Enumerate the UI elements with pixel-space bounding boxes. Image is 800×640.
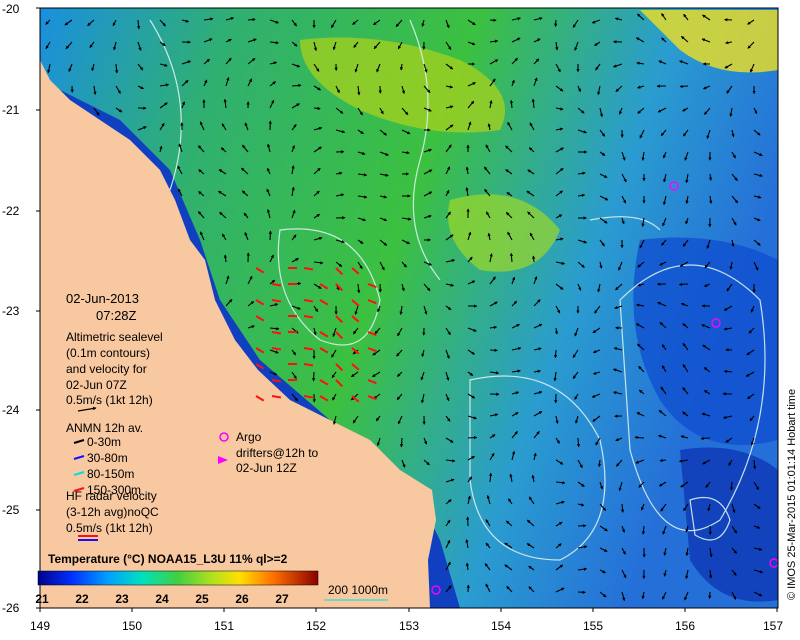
y-tick-label: -24 — [2, 403, 20, 417]
velocity-arrow — [700, 436, 711, 441]
y-tick-label: -21 — [2, 103, 20, 117]
colorbar-title: Temperature (°C) NOAA15_L3U 11% ql>=2 — [48, 552, 288, 566]
colorbar-tick: 25 — [195, 592, 209, 606]
velocity-arrow — [576, 437, 581, 448]
x-tick-label: 151 — [214, 619, 234, 633]
x-tick-label: 157 — [763, 619, 783, 633]
y-tick-label: -23 — [2, 304, 20, 318]
x-tick-label: 155 — [583, 619, 603, 633]
hf-line: 0.5m/s (1kt 12h) — [66, 521, 153, 535]
argo-text: Argo — [236, 430, 262, 444]
velocity-arrow — [729, 481, 734, 491]
colorbar-tick: 24 — [155, 592, 169, 606]
time-text: 07:28Z — [96, 308, 137, 323]
hf-radar-legend: HF radar velocity (3-12h avg)noQC 0.5m/s… — [66, 489, 159, 541]
velocity-arrow — [659, 458, 667, 463]
x-tick-label: 153 — [399, 619, 419, 633]
anmn-item: 30-80m — [87, 451, 128, 465]
x-tick-label: 150 — [122, 619, 142, 633]
x-tick-label: 156 — [675, 619, 695, 633]
colorbar-tick: 27 — [275, 592, 289, 606]
velocity-arrow — [678, 282, 689, 287]
velocity-arrow — [291, 83, 302, 88]
x-tick-label: 149 — [30, 619, 50, 633]
colorbar-tick: 23 — [115, 592, 129, 606]
altimetry-line: and velocity for — [66, 362, 147, 376]
altimetry-line: 0.5m/s (1kt 12h) — [66, 393, 153, 407]
velocity-arrow — [312, 371, 316, 382]
sst-map: -20 -21 -22 -23 -24 -25 -26 149 150 151 … — [2, 2, 798, 633]
velocity-arrow — [247, 17, 256, 22]
hf-line: HF radar velocity — [66, 489, 157, 503]
altimetry-line: Altimetric sealevel — [66, 330, 163, 344]
altimetry-line: (0.1m contours) — [66, 346, 150, 360]
anmn-item: 0-30m — [87, 435, 121, 449]
hf-line: (3-12h avg)noQC — [66, 505, 159, 519]
y-axis: -20 -21 -22 -23 -24 -25 -26 — [2, 2, 40, 615]
anmn-item: 80-150m — [87, 467, 134, 481]
anmn-title: ANMN 12h av. — [66, 421, 143, 435]
velocity-arrow — [679, 84, 689, 89]
x-tick-label: 154 — [491, 619, 511, 633]
velocity-arrow — [532, 255, 536, 263]
date-text: 02-Jun-2013 — [66, 291, 139, 306]
argo-text: drifters@12h to — [236, 446, 319, 460]
velocity-arrow — [553, 349, 558, 359]
credit-text: © IMOS 25-Mar-2015 01:01:14 Hobart time — [786, 389, 798, 600]
colorbar-tick: 22 — [75, 592, 89, 606]
colorbar-tick: 26 — [235, 592, 249, 606]
velocity-arrow — [634, 435, 645, 440]
x-axis: 149 150 151 152 153 154 155 156 157 — [30, 608, 783, 633]
colorbar-gradient — [37, 570, 319, 586]
velocity-arrow — [489, 348, 498, 352]
colorbar-tick: 21 — [35, 592, 49, 606]
velocity-arrow — [313, 106, 321, 111]
velocity-arrow — [399, 437, 404, 448]
velocity-arrow — [268, 230, 272, 241]
y-tick-label: -20 — [2, 2, 20, 16]
velocity-arrow — [554, 19, 558, 27]
x-tick-label: 152 — [306, 619, 326, 633]
altimetry-line: 02-Jun 07Z — [66, 378, 127, 392]
y-tick-label: -25 — [2, 503, 20, 517]
velocity-arrow — [467, 435, 478, 440]
y-tick-label: -22 — [2, 204, 20, 218]
argo-text: 02-Jun 12Z — [236, 461, 297, 475]
depth-text: 200 1000m — [328, 583, 388, 597]
y-tick-label: -26 — [2, 601, 20, 615]
